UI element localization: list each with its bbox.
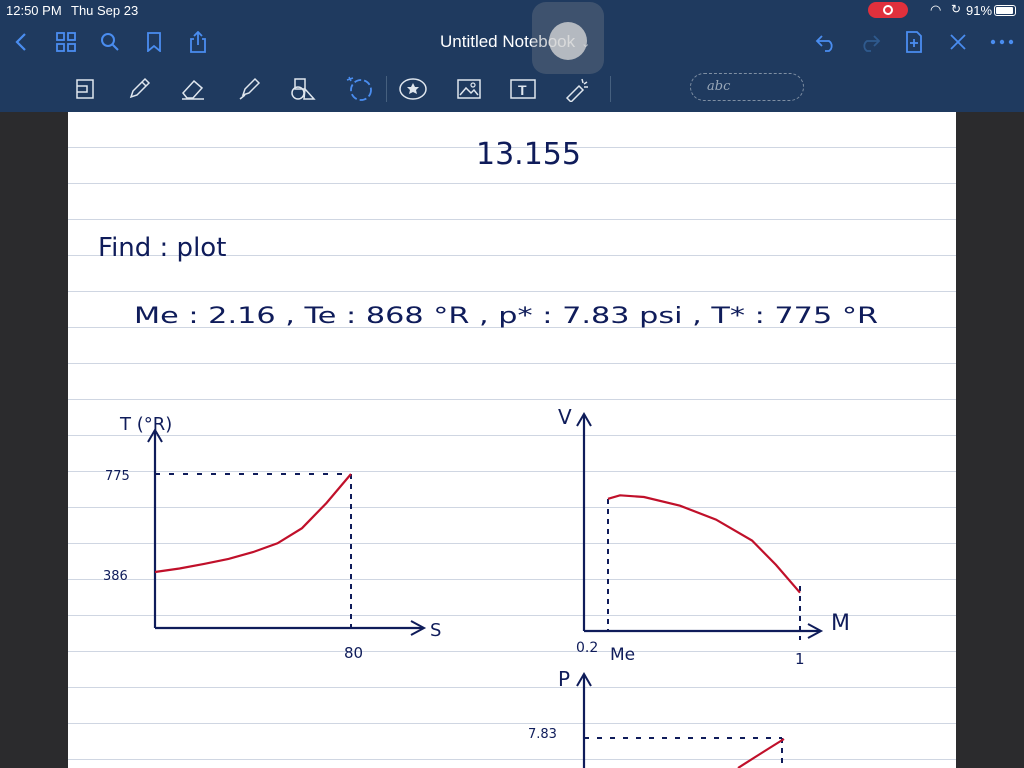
wifi-icon: ◠ — [930, 2, 942, 17]
chart3-series-line — [737, 738, 785, 768]
grid-icon[interactable] — [52, 28, 80, 56]
chart1-x-label: S — [430, 620, 441, 641]
abc-label: abc — [707, 79, 731, 94]
handwriting-to-text-tool[interactable]: abc — [690, 73, 804, 101]
chart2-x-tick-0-2: 0.2 — [576, 640, 598, 656]
eraser-icon[interactable] — [178, 74, 208, 104]
pen-icon[interactable] — [124, 74, 154, 104]
laser-pointer-icon[interactable] — [562, 74, 592, 104]
chart2-y-label: V — [558, 405, 572, 429]
toolbar-divider — [386, 76, 387, 102]
screen-recording-icon — [868, 2, 908, 18]
close-icon[interactable] — [944, 28, 972, 56]
lasso-select-icon[interactable] — [344, 74, 374, 104]
chart1-y-tick-386: 386 — [103, 569, 128, 584]
find-line: Find : plot — [98, 233, 226, 263]
lasso-icon[interactable] — [70, 74, 100, 104]
share-icon[interactable] — [184, 28, 212, 56]
chart1-y-label: T (°R) — [119, 414, 172, 435]
svg-text:T: T — [518, 82, 527, 98]
chart-t-vs-s: T (°R) S 775 386 80 — [103, 414, 441, 662]
status-bar: 12:50 PM Thu Sep 23 ◠ ↻ 91% — [0, 0, 1024, 20]
chart3-y-tick-7-83: 7.83 — [528, 727, 557, 742]
highlighter-icon[interactable] — [234, 74, 264, 104]
search-icon[interactable] — [96, 28, 124, 56]
undo-icon[interactable] — [812, 28, 840, 56]
more-icon[interactable] — [988, 28, 1016, 56]
chart2-x-tick-1: 1 — [795, 650, 805, 668]
handwriting-canvas: 13.155 Find : plot Me : 2.16 , Te : 868 … — [98, 137, 878, 768]
chart-p: P 7.83 — [528, 667, 785, 768]
status-date: Thu Sep 23 — [71, 3, 139, 18]
given-values-line: Me : 2.16 , Te : 868 °R , p* : 7.83 psi … — [134, 304, 878, 329]
add-page-icon[interactable] — [900, 28, 928, 56]
chart2-x-tick-me: Me — [610, 645, 635, 665]
chart3-y-label: P — [558, 667, 570, 691]
chart2-series-line — [607, 494, 801, 594]
note-title: 13.155 — [476, 137, 581, 172]
orientation-lock-icon: ↻ — [951, 2, 962, 16]
chart1-x-tick-80: 80 — [344, 644, 363, 662]
sticker-icon[interactable] — [398, 74, 428, 104]
back-icon[interactable] — [8, 28, 36, 56]
image-icon[interactable] — [454, 74, 484, 104]
chart2-x-label: M — [831, 611, 850, 636]
toolbar-divider — [610, 76, 611, 102]
shapes-icon[interactable] — [288, 74, 318, 104]
bookmark-icon[interactable] — [140, 28, 168, 56]
drawing-toolbar: T — [0, 64, 1024, 112]
chart1-y-tick-775: 775 — [105, 469, 130, 484]
notebook-page[interactable]: 13.155 Find : plot Me : 2.16 , Te : 868 … — [68, 112, 956, 768]
chart1-series-line — [154, 473, 352, 574]
text-icon[interactable]: T — [508, 74, 538, 104]
chart-v-vs-m: V M 0.2 Me 1 — [558, 405, 850, 668]
battery-icon — [994, 5, 1016, 16]
status-time: 12:50 PM — [6, 3, 62, 18]
redo-icon[interactable] — [856, 28, 884, 56]
battery-percentage: 91% — [966, 3, 993, 18]
touch-point — [549, 22, 587, 60]
navigation-bar: Untitled Notebook⌄ — [0, 20, 1024, 64]
